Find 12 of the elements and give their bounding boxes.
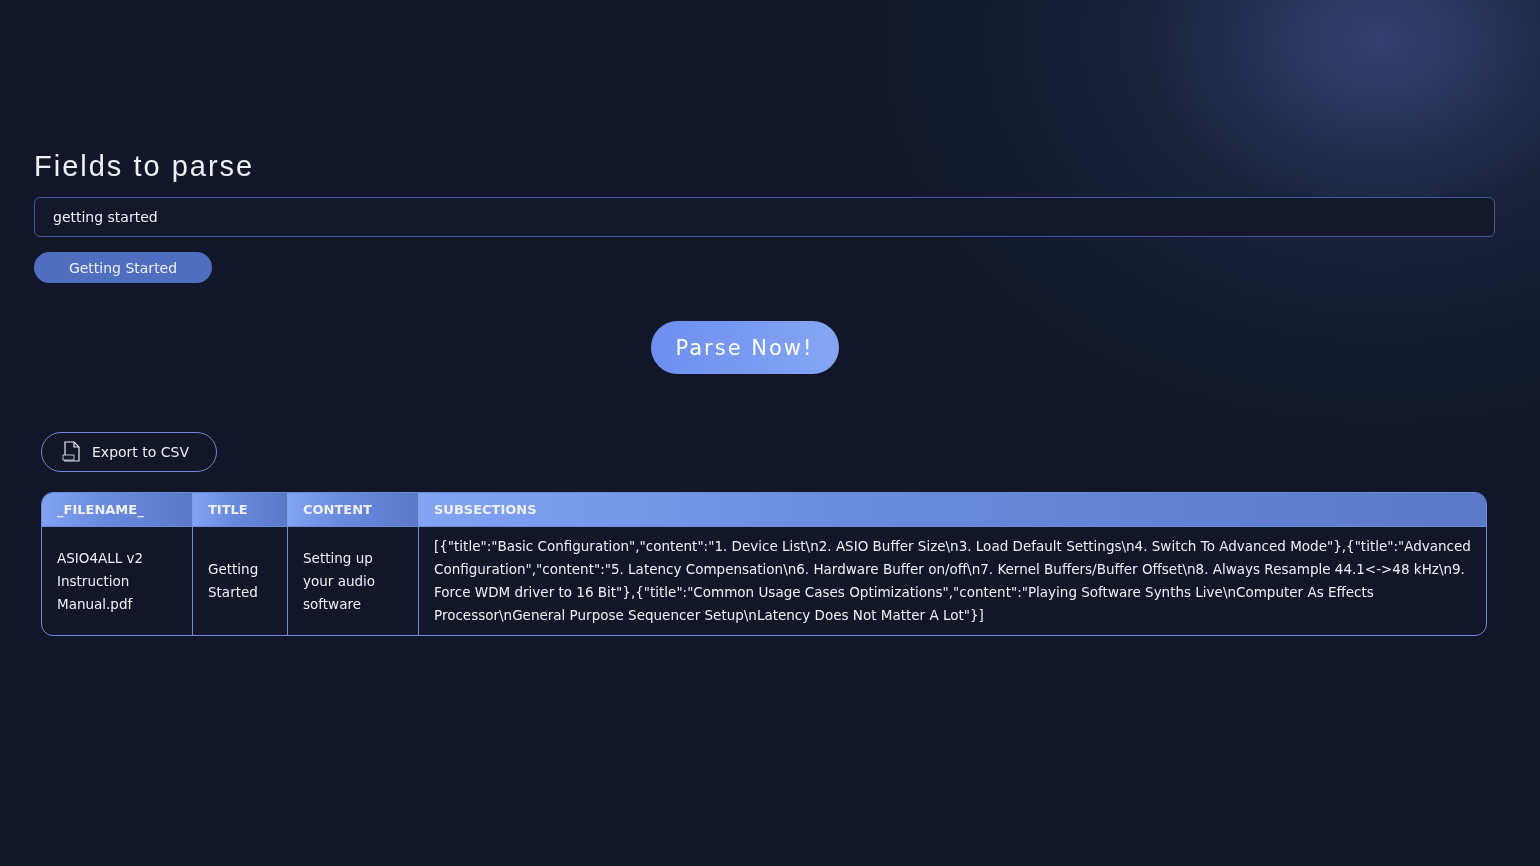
csv-file-icon — [62, 441, 82, 463]
table-cell: ASIO4ALL v2 Instruction Manual.pdf — [42, 526, 193, 635]
column-header: TITLE — [193, 493, 288, 526]
field-tag[interactable]: Getting Started — [34, 252, 212, 283]
column-header: _FILENAME_ — [42, 493, 193, 526]
table-cell: Getting Started — [193, 526, 288, 635]
page-heading: Fields to parse — [34, 150, 256, 183]
column-header: SUBSECTIONS — [419, 493, 1486, 526]
table-cell: Setting up your audio software — [288, 526, 419, 635]
table-cell: [{"title":"Basic Configuration","content":"1. Device List\n2. ASIO Buffer Size\n3. Load Default Settings\n4. Switch To Advanced Mode"},{"title":"Advanced Configuration","content":"5. Latency Compensation\n6. Hardware Buffer on/off\n7. Kernel Buffers/Buffer Offset\n8. Always Resample 44.1<->48 kHz\n9. Force WDM driver to 16 Bit"},{"title":"Common Usage Cases Optimizations","content":"Playing Software Synths Live\nComputer As Effects Processor\nGeneral Purpose Sequencer Setup\nLatency Does Not Matter A Lot"}] — [419, 526, 1486, 635]
fields-input[interactable]: getting started — [34, 197, 1495, 237]
column-header: CONTENT — [288, 493, 419, 526]
